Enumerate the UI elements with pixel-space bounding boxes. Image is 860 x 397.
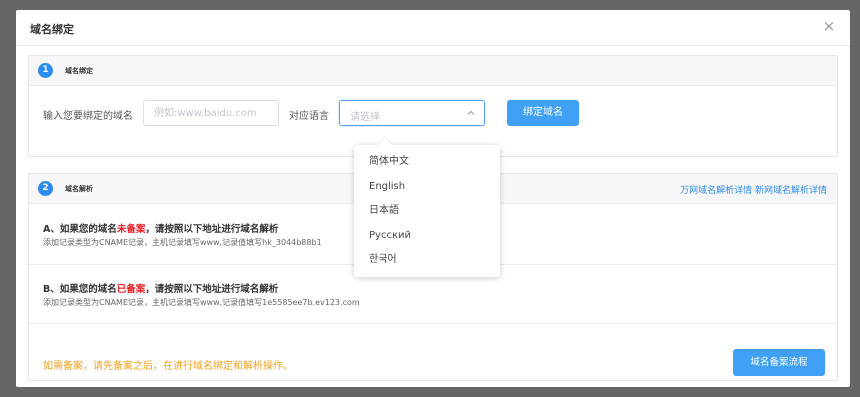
language-option[interactable]: Русский [354, 224, 500, 249]
close-icon[interactable]: × [822, 19, 836, 34]
panel-title: 域名绑定 [65, 67, 93, 75]
section-title: B、如果您的域名已备案，请按照以下地址进行域名解析 [43, 281, 278, 295]
language-label: 对应语言 [289, 111, 329, 122]
domain-input[interactable] [143, 100, 279, 126]
section-description: 添加记录类型为CNAME记录，主机记录填写www,记录值填写1e5585ee7b… [43, 298, 360, 307]
step-number-badge: 2 [38, 181, 53, 196]
title-suffix: ，请按照以下地址进行域名解析 [145, 284, 279, 295]
xinwang-resolution-link[interactable]: 新网域名解析详情 [755, 186, 827, 196]
language-select-placeholder: 请选择 [350, 112, 380, 123]
filing-process-button[interactable]: 域名备案流程 [733, 349, 825, 376]
language-option[interactable]: English [354, 175, 500, 200]
title-prefix: B、如果您的域名 [43, 284, 117, 295]
resolution-links: 万网域名解析详情 新网域名解析详情 [680, 183, 827, 196]
domain-binding-panel: 1 域名绑定 输入您要绑定的域名 对应语言 请选择 绑定域名 [28, 55, 838, 157]
wanwang-resolution-link[interactable]: 万网域名解析详情 [680, 186, 752, 196]
dialog-title: 域名绑定 [30, 23, 74, 36]
step-number-badge: 1 [38, 63, 53, 78]
panel-header: 1 域名绑定 [29, 56, 837, 86]
language-select[interactable]: 请选择 [339, 100, 485, 126]
title-suffix: ，请按照以下地址进行域名解析 [145, 224, 279, 235]
language-dropdown: 简体中文 English 日本語 Русский 한국어 [354, 137, 500, 277]
domain-binding-dialog: 域名绑定 × 1 域名绑定 输入您要绑定的域名 对应语言 请选择 绑定域名 2 … [16, 10, 850, 387]
bind-domain-button[interactable]: 绑定域名 [507, 100, 579, 126]
chevron-up-icon [467, 110, 475, 115]
language-option[interactable]: 日本語 [354, 199, 500, 224]
title-highlight: 未备案 [116, 224, 146, 235]
bind-form-row: 输入您要绑定的域名 对应语言 请选择 绑定域名 [29, 100, 837, 128]
language-option[interactable]: 简体中文 [354, 150, 500, 175]
language-option[interactable]: 한국어 [354, 248, 500, 273]
domain-label: 输入您要绑定的域名 [43, 111, 133, 122]
panel-title: 域名解析 [65, 185, 93, 193]
title-prefix: A、如果您的域名 [43, 224, 117, 235]
section-title: A、如果您的域名未备案，请按照以下地址进行域名解析 [43, 221, 278, 235]
filing-notice: 如需备案，请先备案之后，在进行域名绑定和解析操作。 [43, 361, 293, 372]
dialog-header: 域名绑定 × [16, 10, 850, 46]
title-highlight: 已备案 [116, 284, 146, 295]
section-description: 添加记录类型为CNAME记录，主机记录填写www,记录值填写hk_3044b88… [43, 238, 322, 247]
